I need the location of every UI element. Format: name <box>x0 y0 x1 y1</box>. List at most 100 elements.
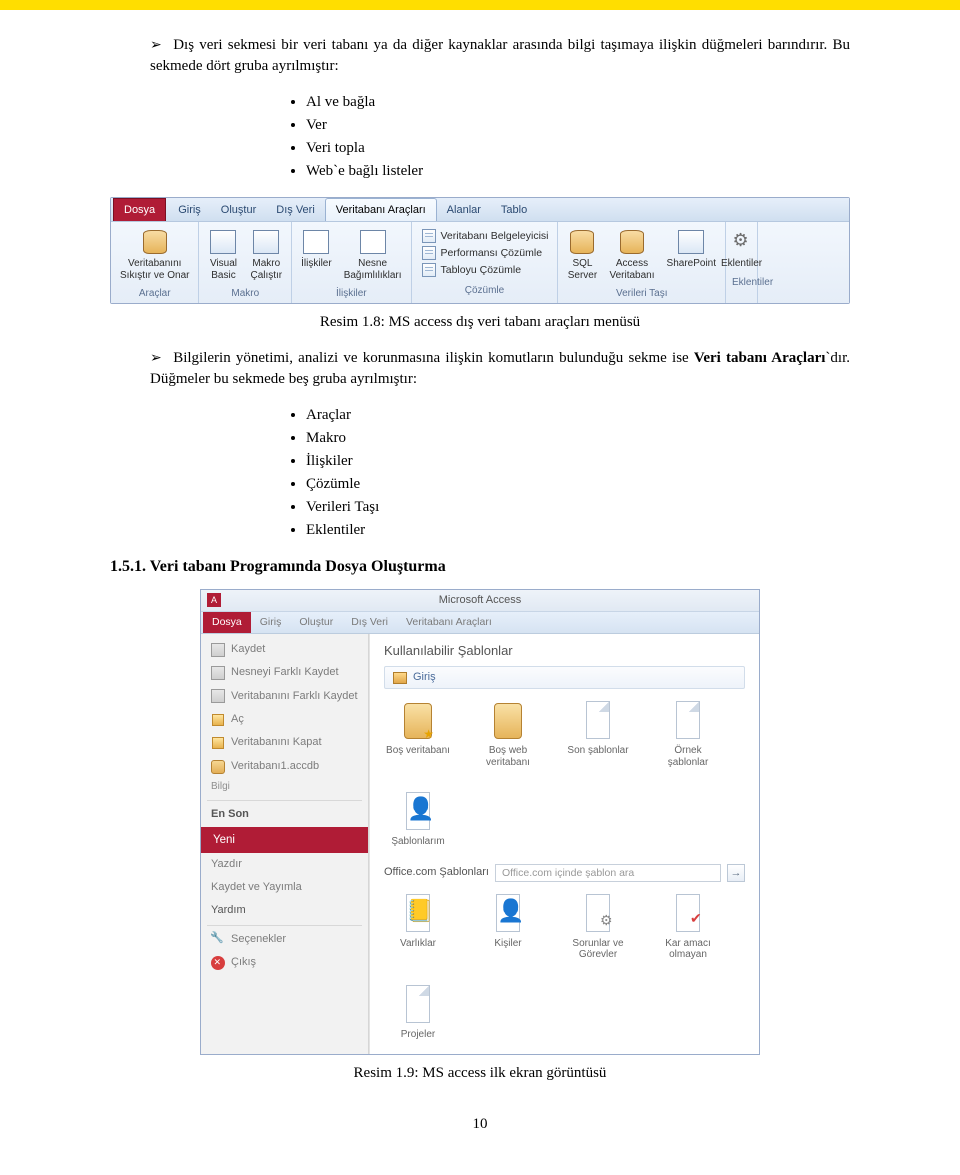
tile-projects[interactable]: Projeler <box>384 983 452 1041</box>
person-icon <box>488 892 528 934</box>
book-icon <box>398 892 438 934</box>
sublist-2: Araçlar Makro İlişkiler Çözümle Verileri… <box>290 405 850 541</box>
relationships-button[interactable]: İlişkiler <box>298 226 335 272</box>
page-icon <box>578 699 618 741</box>
tile-label: Projeler <box>401 1029 435 1041</box>
info-group[interactable]: Bilgi <box>201 778 368 798</box>
save-publish-label: Kaydet ve Yayımla <box>211 880 302 895</box>
tab-table[interactable]: Tablo <box>491 199 537 221</box>
recent-group[interactable]: En Son <box>201 803 368 826</box>
chevron-icon: ➢ <box>150 35 168 55</box>
group-macro-label: Makro <box>205 287 285 301</box>
sublist-1-item: Al ve bağla <box>306 92 850 113</box>
tile-my-templates[interactable]: Şablonlarım <box>384 790 452 848</box>
save-publish-item[interactable]: Kaydet ve Yayımla <box>201 876 368 899</box>
relationships-icon <box>301 228 331 256</box>
group-addins: Eklentiler Eklentiler <box>726 222 758 303</box>
save-db-item[interactable]: Veritabanını Farklı Kaydet <box>201 685 368 708</box>
tile-label: Şablonlarım <box>391 836 444 848</box>
sql-server-icon <box>567 228 597 256</box>
open-item[interactable]: Aç <box>201 708 368 731</box>
group-relationships-label: İlişkiler <box>298 287 404 301</box>
paragraph-1-text: Dış veri sekmesi bir veri tabanı ya da d… <box>150 37 850 74</box>
tile-issues[interactable]: Sorunlar ve Görevler <box>564 892 632 961</box>
a2-tab-home[interactable]: Giriş <box>251 612 291 633</box>
page-number: 10 <box>110 1114 850 1135</box>
help-item[interactable]: Yardım <box>201 899 368 922</box>
access-db-icon <box>617 228 647 256</box>
database-icon <box>488 699 528 741</box>
tile-label: Sorunlar ve Görevler <box>564 938 632 961</box>
tab-fields[interactable]: Alanlar <box>437 199 491 221</box>
database-icon <box>211 760 225 774</box>
tile-label: Varlıklar <box>400 938 436 950</box>
tab-dbtools[interactable]: Veritabanı Araçları <box>325 198 437 221</box>
a2-tab-dbtools[interactable]: Veritabanı Araçları <box>397 612 501 633</box>
save-item[interactable]: Kaydet <box>201 638 368 661</box>
tile-label: Kar amacı olmayan <box>654 938 722 961</box>
sublist-2-item: Eklentiler <box>306 520 850 541</box>
group-addins-label: Eklentiler <box>732 276 751 290</box>
compact-repair-button[interactable]: VeritabanınıSıkıştır ve Onar <box>117 226 192 283</box>
tile-blank-db[interactable]: Boş veritabanı <box>384 699 452 768</box>
group-tools-label: Araçlar <box>117 287 192 301</box>
tab-file[interactable]: Dosya <box>113 198 166 221</box>
new-item-selected[interactable]: Yeni <box>201 827 368 853</box>
wrench-icon <box>211 933 225 947</box>
tab-external[interactable]: Dış Veri <box>266 199 325 221</box>
save-label: Kaydet <box>231 642 265 657</box>
tile-nonprofit[interactable]: Kar amacı olmayan <box>654 892 722 961</box>
access-db-label: AccessVeritabanı <box>609 258 654 281</box>
sublist-1-item: Veri topla <box>306 138 850 159</box>
tile-sample-templates[interactable]: Örnek şablonlar <box>654 699 722 768</box>
a2-tab-create[interactable]: Oluştur <box>290 612 342 633</box>
access-db-button[interactable]: AccessVeritabanı <box>606 226 657 283</box>
compact-repair-label: VeritabanınıSıkıştır ve Onar <box>120 258 189 281</box>
home-label: Giriş <box>413 670 436 685</box>
sharepoint-button[interactable]: SharePoint <box>664 226 719 272</box>
close-db-label: Veritabanını Kapat <box>231 735 322 750</box>
print-label: Yazdır <box>211 857 242 872</box>
sublist-2-item: Çözümle <box>306 474 850 495</box>
paragraph-2-b: Veri tabanı Araçları <box>694 350 826 366</box>
visual-basic-label: VisualBasic <box>210 258 237 281</box>
db-documenter-label: Veritabanı Belgeleyicisi <box>441 229 549 244</box>
run-macro-button[interactable]: MakroÇalıştır <box>247 226 285 283</box>
search-go-button[interactable]: → <box>727 864 745 882</box>
sql-server-button[interactable]: SQLServer <box>564 226 600 283</box>
ribbon-screenshot: Dosya Giriş Oluştur Dış Veri Veritabanı … <box>110 197 850 304</box>
analyze-table-label: Tabloyu Çözümle <box>441 263 522 278</box>
tile-blank-web-db[interactable]: Boş web veritabanı <box>474 699 542 768</box>
visual-basic-button[interactable]: VisualBasic <box>205 226 241 283</box>
tile-label: Boş veritabanı <box>386 745 450 757</box>
save-icon <box>211 666 225 680</box>
gear-icon <box>578 892 618 934</box>
tab-home[interactable]: Giriş <box>168 199 211 221</box>
template-search-input[interactable]: Office.com içinde şablon ara <box>495 864 721 882</box>
options-item[interactable]: Seçenekler <box>201 928 368 951</box>
chart-icon <box>421 245 437 261</box>
tile-contacts[interactable]: Kişiler <box>474 892 542 961</box>
analyze-table-button[interactable]: Tabloyu Çözümle <box>421 262 549 278</box>
exit-item[interactable]: Çıkış <box>201 951 368 974</box>
figure-1-caption: Resim 1.8: MS access dış veri tabanı ara… <box>110 312 850 333</box>
recent-file-item[interactable]: Veritabanı1.accdb <box>201 755 368 778</box>
object-deps-button[interactable]: NesneBağımlılıkları <box>341 226 405 283</box>
tab-create[interactable]: Oluştur <box>211 199 266 221</box>
ribbon-tabs: Dosya Giriş Oluştur Dış Veri Veritabanı … <box>111 198 849 222</box>
a2-tab-extern[interactable]: Dış Veri <box>342 612 397 633</box>
template-search-row: Office.com Şablonları Office.com içinde … <box>384 864 745 882</box>
tile-assets[interactable]: Varlıklar <box>384 892 452 961</box>
db-documenter-button[interactable]: Veritabanı Belgeleyicisi <box>421 228 549 244</box>
sublist-2-item: Verileri Taşı <box>306 497 850 518</box>
print-item[interactable]: Yazdır <box>201 853 368 876</box>
tile-recent-templates[interactable]: Son şablonlar <box>564 699 632 768</box>
close-db-item[interactable]: Veritabanını Kapat <box>201 731 368 754</box>
templates-heading: Kullanılabilir Şablonlar <box>384 642 745 660</box>
home-breadcrumb[interactable]: Giriş <box>384 666 745 689</box>
save-object-item[interactable]: Nesneyi Farklı Kaydet <box>201 661 368 684</box>
analyze-perf-button[interactable]: Performansı Çözümle <box>421 245 549 261</box>
addins-button[interactable]: Eklentiler <box>718 226 765 272</box>
a2-tab-file[interactable]: Dosya <box>203 612 251 633</box>
relationships-label: İlişkiler <box>301 258 332 270</box>
